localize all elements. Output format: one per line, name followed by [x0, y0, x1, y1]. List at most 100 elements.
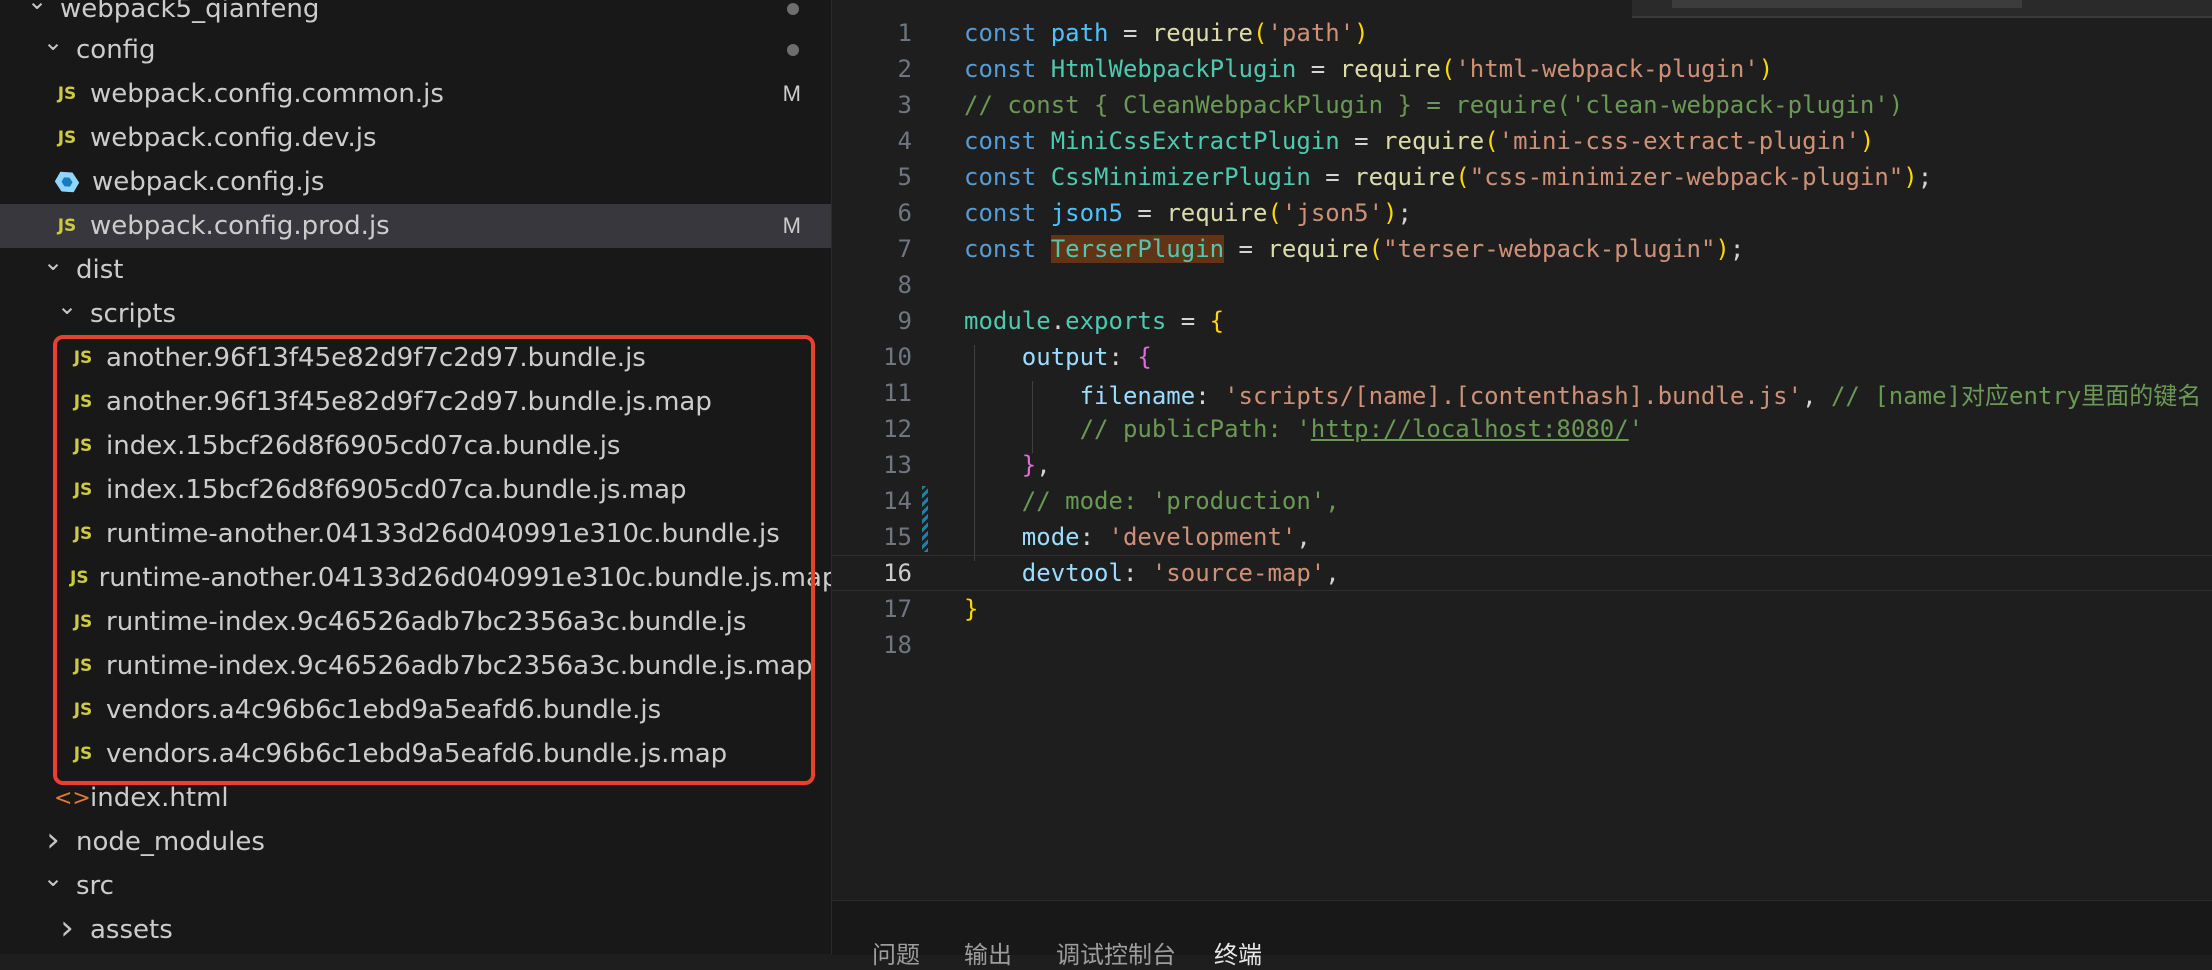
file-label: runtime-another.04133d26d040991e310c.bun… [98, 563, 832, 593]
code-line[interactable]: 1 const path = require('path') [832, 15, 2212, 51]
tree-file-script[interactable]: JS vendors.a4c96b6c1ebd9a5eafd6.bundle.j… [0, 688, 831, 732]
line-number: 13 [883, 451, 912, 479]
bottom-panel: 问题 输出 调试控制台 终端 [832, 900, 2212, 969]
code-text: }, [1021, 451, 1051, 479]
tree-file-script[interactable]: JS runtime-another.04133d26d040991e310c.… [0, 512, 831, 556]
line-number: 3 [897, 91, 912, 119]
line-number: 7 [897, 235, 912, 263]
code-line[interactable]: 11 filename: 'scripts/[name].[contenthas… [832, 375, 2212, 411]
code-text: const MiniCssExtractPlugin = require('mi… [964, 127, 1875, 155]
modified-dot-icon [787, 3, 799, 15]
code-text: const json5 = require('json5'); [964, 199, 1412, 227]
line-number: 8 [897, 271, 912, 299]
line-number: 5 [897, 163, 912, 191]
line-number: 9 [897, 307, 912, 335]
tab-terminal[interactable]: 终端 [1214, 935, 1262, 970]
tree-file-script[interactable]: JS runtime-another.04133d26d040991e310c.… [0, 556, 831, 600]
tree-file-script[interactable]: JS index.15bcf26d8f6905cd07ca.bundle.js [0, 424, 831, 468]
code-line[interactable]: 13 }, [832, 447, 2212, 483]
js-file-icon: JS [73, 656, 93, 676]
file-label: index.15bcf26d8f6905cd07ca.bundle.js.map [106, 475, 687, 505]
tree-file-script[interactable]: JS index.15bcf26d8f6905cd07ca.bundle.js.… [0, 468, 831, 512]
file-label: runtime-index.9c46526adb7bc2356a3c.bundl… [106, 651, 813, 681]
line-number: 14 [883, 487, 912, 515]
tree-folder-root[interactable]: webpack5_qianfeng [0, 0, 831, 31]
line-number: 12 [883, 415, 912, 443]
line-number: 15 [883, 523, 912, 551]
file-label: runtime-index.9c46526adb7bc2356a3c.bundl… [106, 607, 747, 637]
code-line[interactable]: 14 // mode: 'production', [832, 483, 2212, 519]
file-label: another.96f13f45e82d9f7c2d97.bundle.js.m… [106, 387, 712, 417]
chevron-right-icon [40, 822, 66, 862]
js-file-icon: JS [57, 128, 77, 148]
code-line[interactable]: 5 const CssMinimizerPlugin = require("css… [832, 159, 2212, 195]
file-label: webpack.config.dev.js [90, 123, 377, 153]
tree-folder-assets[interactable]: assets [0, 908, 831, 952]
code-line[interactable]: 2 const HtmlWebpackPlugin = require('html… [832, 51, 2212, 87]
file-label: vendors.a4c96b6c1ebd9a5eafd6.bundle.js [106, 695, 662, 725]
tree-file-webpack-config-dev[interactable]: JS webpack.config.dev.js [0, 116, 831, 160]
line-number: 6 [897, 199, 912, 227]
tree-file-webpack-config[interactable]: webpack.config.js [0, 160, 831, 204]
code-line[interactable]: 17} [832, 591, 2212, 627]
line-number: 16 [883, 559, 912, 587]
line-number: 17 [883, 595, 912, 623]
chevron-down-icon [40, 872, 66, 900]
code-line[interactable]: 9 module.exports = { [832, 303, 2212, 339]
code-line[interactable]: 15 mode: 'development', [832, 519, 2212, 555]
tree-file-script[interactable]: JS runtime-index.9c46526adb7bc2356a3c.bu… [0, 644, 831, 688]
code-text: const CssMinimizerPlugin = require("css-… [964, 163, 1933, 191]
code-text: output: { [1021, 343, 1152, 371]
tree-folder-config[interactable]: config [0, 28, 831, 72]
file-label: another.96f13f45e82d9f7c2d97.bundle.js [106, 343, 646, 373]
js-file-icon: JS [73, 436, 93, 456]
tree-file-index-html[interactable]: <> index.html [0, 776, 831, 820]
folder-label: assets [90, 915, 173, 945]
folder-label: scripts [90, 299, 176, 329]
code-line[interactable]: 8 [832, 267, 2212, 303]
tree-file-script[interactable]: JS another.96f13f45e82d9f7c2d97.bundle.j… [0, 380, 831, 424]
tree-folder-src[interactable]: src [0, 864, 831, 908]
tree-file-script[interactable]: JS another.96f13f45e82d9f7c2d97.bundle.j… [0, 336, 831, 380]
line-number: 2 [897, 55, 912, 83]
js-file-icon: JS [73, 744, 93, 764]
code-text: } [964, 595, 979, 623]
tree-folder-node-modules[interactable]: node_modules [0, 820, 831, 864]
chevron-down-icon [24, 0, 50, 23]
tree-folder-scripts[interactable]: scripts [0, 292, 831, 336]
tree-file-script[interactable]: JS runtime-index.9c46526adb7bc2356a3c.bu… [0, 600, 831, 644]
js-file-icon: JS [73, 700, 93, 720]
tab-output[interactable]: 输出 [964, 935, 1012, 970]
js-file-icon: JS [73, 480, 93, 500]
line-number: 1 [897, 19, 912, 47]
tree-folder-dist[interactable]: dist [0, 248, 831, 292]
code-line[interactable]: 18 [832, 627, 2212, 663]
code-line[interactable]: 7 const TerserPlugin = require("terser-we… [832, 231, 2212, 267]
line-number: 11 [883, 379, 912, 407]
code-text: module.exports = { [964, 307, 1225, 335]
code-line-current[interactable]: 16 devtool: 'source-map', [832, 555, 2212, 591]
tree-file-webpack-config-common[interactable]: JS webpack.config.common.js M [0, 72, 831, 116]
js-file-icon: JS [57, 84, 77, 104]
code-line[interactable]: 12 // publicPath: 'http://localhost:8080… [832, 411, 2212, 447]
code-line[interactable]: 3 // const { CleanWebpackPlugin } = requi… [832, 87, 2212, 123]
file-label: vendors.a4c96b6c1ebd9a5eafd6.bundle.js.m… [106, 739, 728, 769]
tab-problems[interactable]: 问题 [872, 935, 920, 970]
chevron-down-icon [54, 300, 80, 328]
code-line[interactable]: 4 const MiniCssExtractPlugin = require('m… [832, 123, 2212, 159]
code-editor[interactable]: 1 const path = require('path') 2 const Htm… [832, 0, 2212, 900]
code-text: mode: 'development', [1021, 523, 1311, 551]
tab-debug-console[interactable]: 调试控制台 [1056, 935, 1176, 970]
file-label: index.15bcf26d8f6905cd07ca.bundle.js [106, 431, 621, 461]
js-file-icon: JS [73, 392, 93, 412]
tree-file-script[interactable]: JS vendors.a4c96b6c1ebd9a5eafd6.bundle.j… [0, 732, 831, 776]
code-line[interactable]: 6 const json5 = require('json5'); [832, 195, 2212, 231]
code-text: // const { CleanWebpackPlugin } = requir… [964, 91, 1904, 119]
code-text: devtool: 'source-map', [1021, 559, 1340, 587]
git-modified-badge: M [782, 213, 801, 238]
code-line[interactable]: 10 output: { [832, 339, 2212, 375]
webpack-file-icon [52, 167, 82, 197]
tree-file-webpack-config-prod[interactable]: JS webpack.config.prod.js M [0, 204, 831, 248]
explorer-sidebar: webpack5_qianfeng config JS webpack.conf… [0, 0, 832, 954]
folder-label: config [76, 35, 156, 65]
